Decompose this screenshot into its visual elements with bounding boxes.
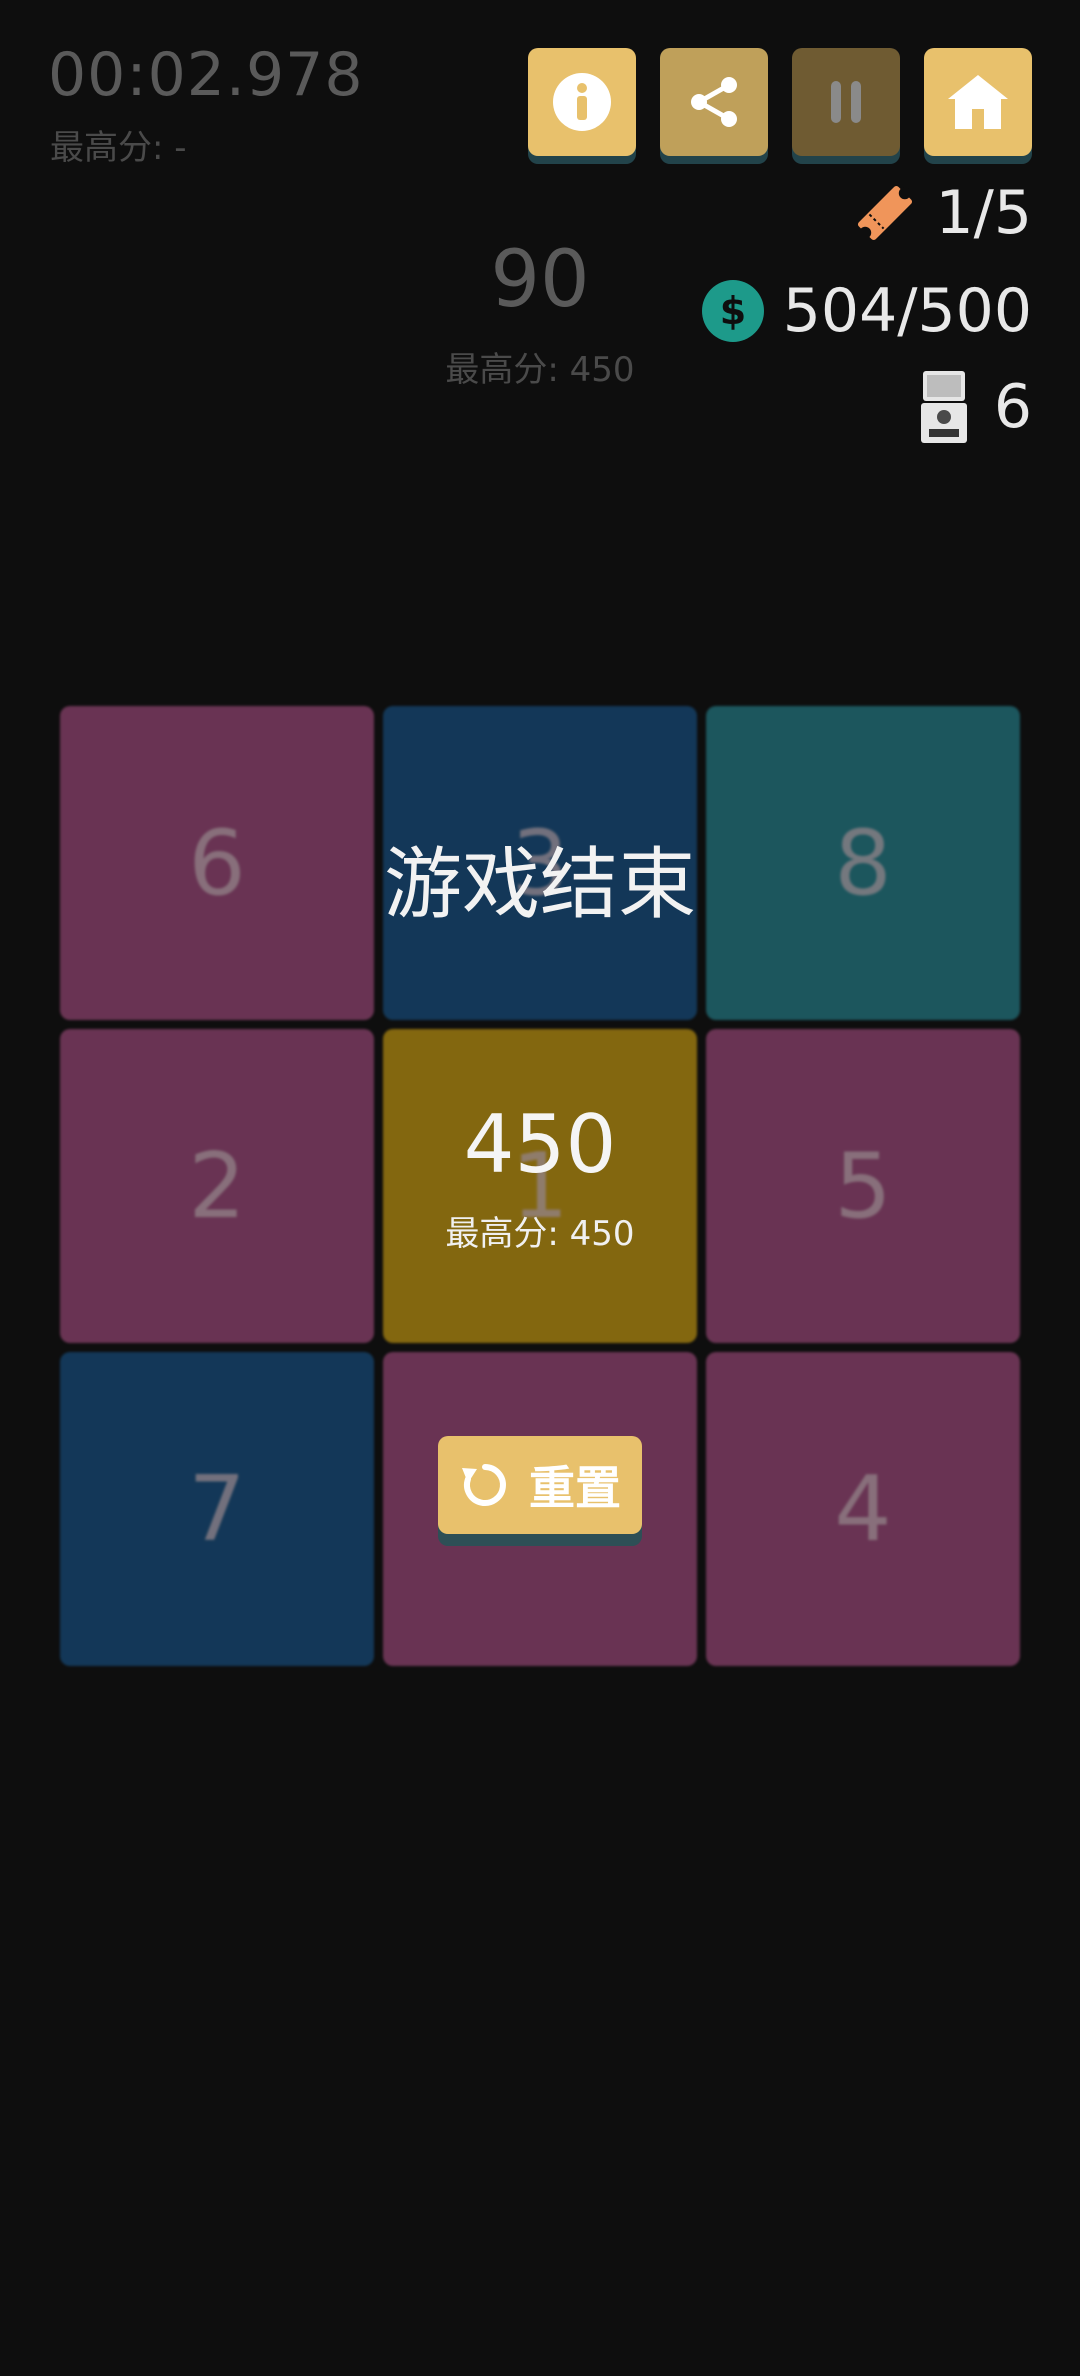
grid-tile[interactable]: 7 (60, 1352, 374, 1666)
share-icon (691, 77, 737, 127)
timer-best-label: 最高分: - (50, 128, 187, 168)
reset-label: 重置 (529, 1461, 621, 1515)
info-button[interactable] (528, 48, 636, 156)
pause-icon (831, 81, 861, 123)
home-icon (948, 75, 1008, 129)
final-score: 450 (463, 1098, 617, 1191)
game-screen: 00:02.978 最高分: - 1/5 $ 504/500 6 90 最高分:… (0, 0, 1080, 2376)
reset-button[interactable]: 重置 (438, 1436, 642, 1534)
info-icon (553, 73, 611, 131)
tile-value: 4 (834, 1456, 892, 1562)
current-score: 90 (490, 235, 590, 325)
pause-button[interactable] (792, 48, 900, 156)
share-button[interactable] (660, 48, 768, 156)
reset-icon (459, 1459, 511, 1511)
final-best-score: 最高分: 450 (445, 1214, 635, 1254)
tile-value: 7 (188, 1456, 246, 1562)
game-over-title: 游戏结束 (383, 840, 696, 930)
score-best-label: 最高分: 450 (445, 350, 635, 390)
timer-value: 00:02.978 (48, 40, 364, 110)
grid-tile[interactable]: 4 (706, 1352, 1020, 1666)
home-button[interactable] (924, 48, 1032, 156)
